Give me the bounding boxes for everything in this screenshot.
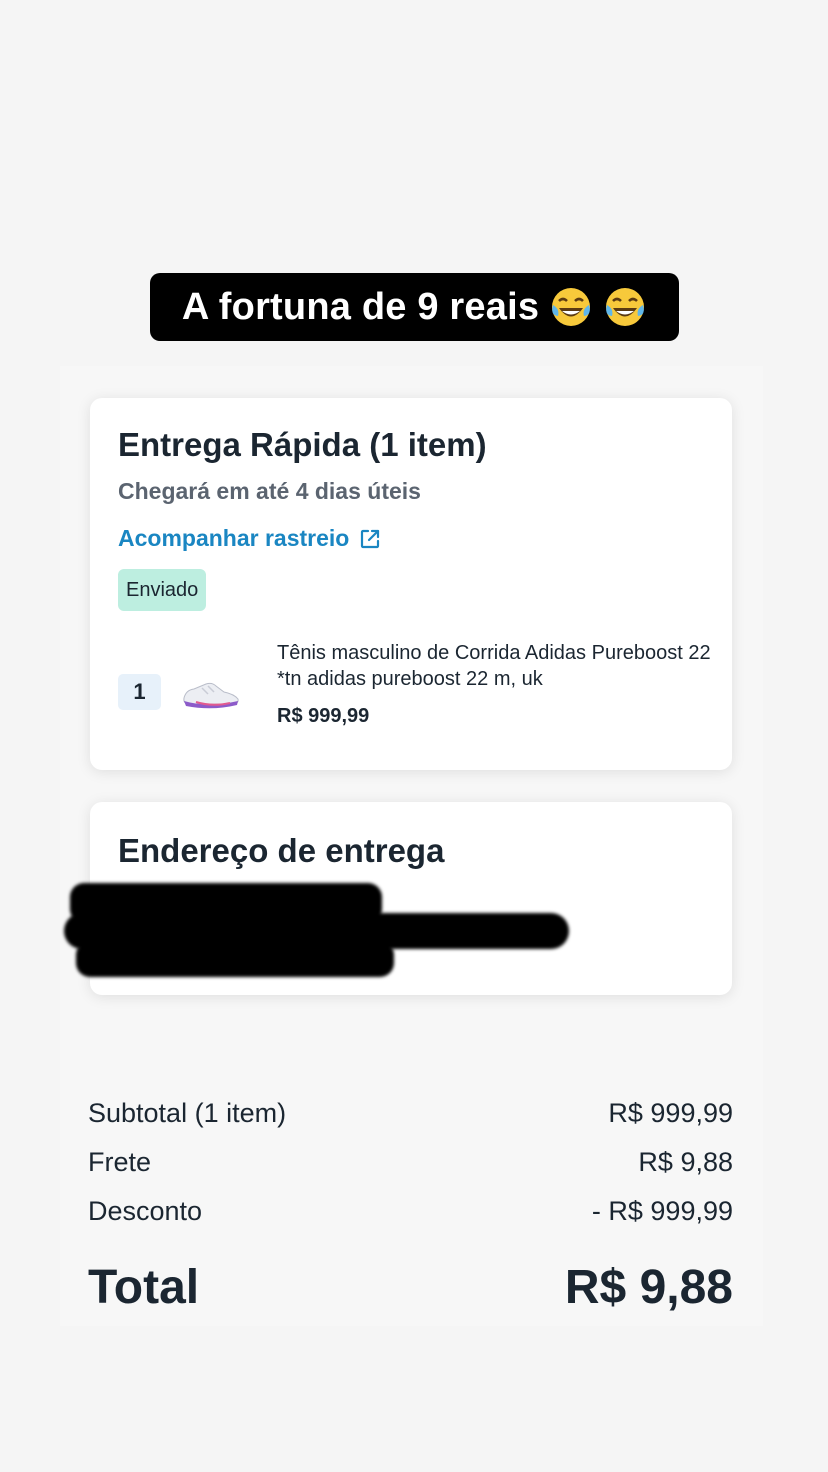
delivery-card: Entrega Rápida (1 item) Chegará em até 4…	[90, 398, 732, 770]
story-page: A fortuna de 9 reais Entrega Rápida (1 i…	[0, 0, 828, 1472]
total-value: R$ 9,88	[564, 1261, 733, 1314]
discount-label: Desconto	[88, 1196, 203, 1226]
face-with-tears-of-joy-icon	[606, 288, 645, 326]
product-price: R$ 999,99	[277, 705, 370, 727]
story-caption: A fortuna de 9 reais	[150, 273, 679, 341]
caption-text: A fortuna de 9 reais	[181, 285, 540, 328]
shipping-label: Frete	[88, 1147, 152, 1177]
product-name[interactable]: Tênis masculino de Corrida Adidas Purebo…	[277, 640, 717, 692]
external-link-icon	[361, 529, 380, 548]
shipping-row: Frete R$ 9,88	[88, 1147, 733, 1178]
subtotal-row: Subtotal (1 item) R$ 999,99	[88, 1098, 733, 1129]
shipping-value: R$ 9,88	[638, 1147, 733, 1177]
delivery-eta: Chegará em até 4 dias úteis	[118, 478, 421, 504]
discount-value: - R$ 999,99	[591, 1196, 733, 1226]
sneaker-thumbnail[interactable]	[178, 668, 242, 716]
address-redaction	[76, 941, 394, 977]
item-quantity-badge: 1	[118, 674, 161, 710]
subtotal-label: Subtotal (1 item)	[88, 1098, 287, 1128]
total-label: Total	[88, 1261, 200, 1314]
subtotal-value: R$ 999,99	[608, 1098, 733, 1128]
discount-row: Desconto - R$ 999,99	[88, 1196, 733, 1227]
face-with-tears-of-joy-icon	[552, 288, 591, 326]
delivery-title: Entrega Rápida (1 item)	[118, 426, 487, 463]
total-row: Total R$ 9,88	[88, 1260, 733, 1315]
address-title: Endereço de entrega	[118, 832, 445, 869]
track-shipment-label: Acompanhar rastreio	[118, 525, 350, 551]
order-screenshot: Entrega Rápida (1 item) Chegará em até 4…	[60, 366, 763, 1326]
status-badge: Enviado	[118, 569, 207, 611]
track-shipment-link[interactable]: Acompanhar rastreio	[118, 525, 381, 552]
